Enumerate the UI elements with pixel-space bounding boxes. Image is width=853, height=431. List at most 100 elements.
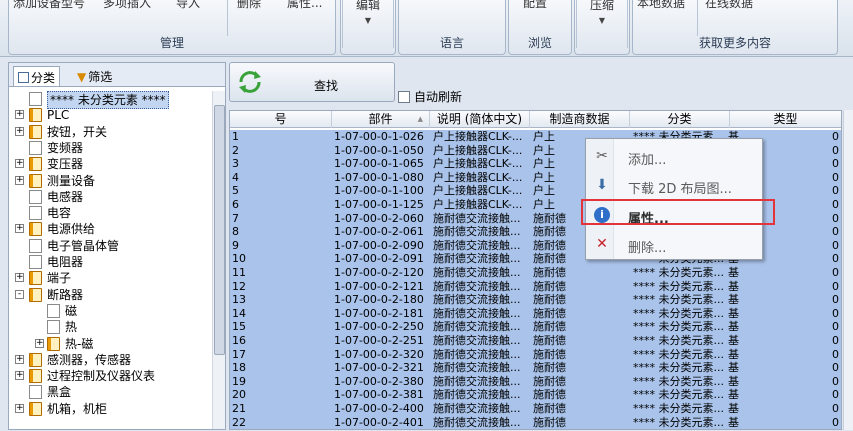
- column-header-number[interactable]: 号: [230, 111, 332, 128]
- expand-icon[interactable]: +: [35, 338, 44, 348]
- checkbox-box[interactable]: [398, 91, 410, 103]
- table-row[interactable]: 22 1-07-00-0-2-401 施耐德交流接触... 施耐德 **** 未分类元素…: [230, 415, 841, 429]
- cell-type: 0: [832, 361, 839, 375]
- online-data-button[interactable]: 在线数据: [705, 0, 753, 11]
- group-title-more-content: 获取更多内容: [698, 36, 771, 50]
- column-header-type[interactable]: 类型: [730, 111, 841, 128]
- tree-node-label: 变压器: [47, 157, 84, 172]
- tree-node[interactable]: + PLC: [11, 107, 211, 123]
- table-row[interactable]: 20 1-07-00-0-2-381 施耐德交流接触... 施耐德 **** 未分类元素…: [230, 388, 841, 402]
- cell-category-suffix: 基: [728, 306, 739, 320]
- cell-manufacturer: 施耐德: [533, 334, 566, 347]
- tree-node[interactable]: + 测量设备: [11, 173, 211, 189]
- tree-scrollbar[interactable]: [212, 91, 225, 429]
- tree-node[interactable]: 热: [11, 319, 211, 335]
- cell-number: 8: [232, 225, 239, 239]
- folder-icon: [29, 108, 42, 123]
- menu-item-delete[interactable]: ✕ 删除...: [586, 230, 762, 258]
- table-row[interactable]: 16 1-07-00-0-2-251 施耐德交流接触... 施耐德 **** 未分类元素…: [230, 334, 841, 348]
- tree-node-label: 变频器: [47, 140, 84, 155]
- cell-description: 施耐德交流接触...: [433, 293, 521, 307]
- cell-number: 9: [232, 238, 239, 252]
- chevron-down-icon: ▼: [364, 16, 372, 25]
- table-row[interactable]: 12 1-07-00-0-2-121 施耐德交流接触... 施耐德 **** 未分类元素…: [230, 279, 841, 294]
- table-row[interactable]: 13 1-07-00-0-2-180 施耐德交流接触... 施耐德 **** 未分类元素…: [230, 293, 841, 307]
- tree-node[interactable]: + 机箱，机柜: [11, 401, 211, 417]
- cell-description: 户上接触器CLK-...: [433, 184, 523, 198]
- local-data-button[interactable]: 本地数据: [637, 0, 685, 11]
- tree-node[interactable]: 电阻器: [11, 254, 211, 270]
- collapse-icon[interactable]: -: [15, 289, 24, 299]
- expand-icon[interactable]: +: [15, 354, 24, 364]
- document-icon: [29, 206, 42, 221]
- tree-node[interactable]: + 热-磁: [11, 336, 211, 352]
- document-icon: [29, 238, 42, 253]
- table-row[interactable]: 14 1-07-00-0-2-181 施耐德交流接触... 施耐德 **** 未分类元素…: [230, 306, 841, 321]
- table-row[interactable]: 15 1-07-00-0-2-250 施耐德交流接触... 施耐德 **** 未分类元素…: [230, 320, 841, 334]
- menu-item-add[interactable]: ✂ 添加...: [586, 142, 762, 170]
- table-scrollbar[interactable]: [843, 110, 853, 430]
- tree-node[interactable]: 电子管晶体管: [11, 238, 211, 254]
- tree-node[interactable]: + 变压器: [11, 156, 211, 172]
- tree-node[interactable]: - 断路器: [11, 287, 211, 303]
- edit-dropdown[interactable]: 编辑 ▼: [342, 0, 394, 48]
- sort-arrow-icon: ▲: [417, 115, 423, 123]
- tree-node[interactable]: + 按钮，开关: [11, 124, 211, 140]
- cell-description: 施耐德交流接触...: [433, 347, 521, 361]
- expand-icon[interactable]: +: [15, 126, 24, 136]
- table-row[interactable]: 17 1-07-00-0-2-320 施耐德交流接触... 施耐德 **** 未分类元素…: [230, 347, 841, 362]
- cell-manufacturer: 施耐德: [533, 388, 566, 402]
- column-header-part[interactable]: 部件 ▲: [332, 111, 430, 128]
- delete-ribbon-button[interactable]: 删除: [237, 0, 261, 11]
- tree-node[interactable]: + 电源供给: [11, 221, 211, 237]
- column-header-manufacturer[interactable]: 制造商数据: [530, 111, 630, 128]
- column-header-category[interactable]: 分类: [630, 111, 730, 128]
- tree-node[interactable]: 黑盒: [11, 384, 211, 400]
- cell-description: 施耐德交流接触...: [433, 252, 521, 266]
- tree-node[interactable]: + 感测器，传感器: [11, 352, 211, 368]
- expand-icon[interactable]: +: [15, 403, 24, 413]
- multi-insert-button[interactable]: 多项插入: [103, 0, 151, 11]
- import-button[interactable]: 导入: [176, 0, 200, 11]
- cell-type: 0: [832, 198, 839, 211]
- table-row[interactable]: 18 1-07-00-0-2-321 施耐德交流接触... 施耐德 **** 未分类元素…: [230, 361, 841, 375]
- tree-node[interactable]: 变频器: [11, 140, 211, 156]
- tree-node[interactable]: + 端子: [11, 270, 211, 286]
- ribbon-separator: [227, 0, 228, 36]
- compress-dropdown[interactable]: 压缩 ▼: [576, 0, 628, 48]
- scrollbar-thumb[interactable]: [214, 105, 225, 355]
- tree-node[interactable]: **** 未分类元素 ****: [11, 91, 211, 109]
- cell-manufacturer: 施耐德: [533, 402, 566, 415]
- column-header-description[interactable]: 说明 (简体中文): [430, 111, 530, 128]
- table-row[interactable]: 19 1-07-00-0-2-380 施耐德交流接触... 施耐德 **** 未分类元素…: [230, 374, 841, 389]
- tree-node[interactable]: 磁: [11, 303, 211, 319]
- cell-number: 19: [232, 374, 246, 388]
- cell-category: **** 未分类元素...: [633, 279, 724, 293]
- cell-type: 0: [832, 415, 839, 429]
- tab-filter[interactable]: ▼ 筛选: [73, 66, 116, 86]
- expand-icon[interactable]: +: [15, 110, 24, 120]
- expand-icon[interactable]: +: [15, 371, 24, 381]
- cell-type: 0: [832, 402, 839, 415]
- expand-icon[interactable]: +: [15, 273, 24, 283]
- config-button[interactable]: 配置: [523, 0, 547, 11]
- tree-node[interactable]: 电感器: [11, 189, 211, 205]
- tab-category[interactable]: 分类: [13, 66, 61, 86]
- document-icon: [47, 303, 60, 318]
- cell-number: 21: [232, 402, 246, 415]
- add-device-button[interactable]: 添加设备型号: [13, 0, 85, 11]
- expand-icon[interactable]: +: [15, 175, 24, 185]
- cell-type: 0: [832, 225, 839, 239]
- expand-icon[interactable]: +: [15, 159, 24, 169]
- table-row[interactable]: 21 1-07-00-0-2-400 施耐德交流接触... 施耐德 **** 未分类元素…: [230, 402, 841, 416]
- expand-icon[interactable]: +: [15, 224, 24, 234]
- cell-part: 1-07-00-0-2-400: [334, 402, 424, 415]
- tree-node[interactable]: 电容: [11, 205, 211, 221]
- table-row[interactable]: 11 1-07-00-0-2-120 施耐德交流接触... 施耐德 **** 未分类元素…: [230, 266, 841, 280]
- find-button[interactable]: 查找: [229, 62, 395, 102]
- tree-icon: [18, 72, 29, 83]
- cell-number: 20: [232, 388, 246, 402]
- properties-ribbon-button[interactable]: 属性...: [287, 0, 322, 11]
- menu-item-download-2d[interactable]: ⬇ 下载 2D 布局图...: [586, 171, 762, 199]
- tree-node[interactable]: + 过程控制及仪器仪表: [11, 368, 211, 384]
